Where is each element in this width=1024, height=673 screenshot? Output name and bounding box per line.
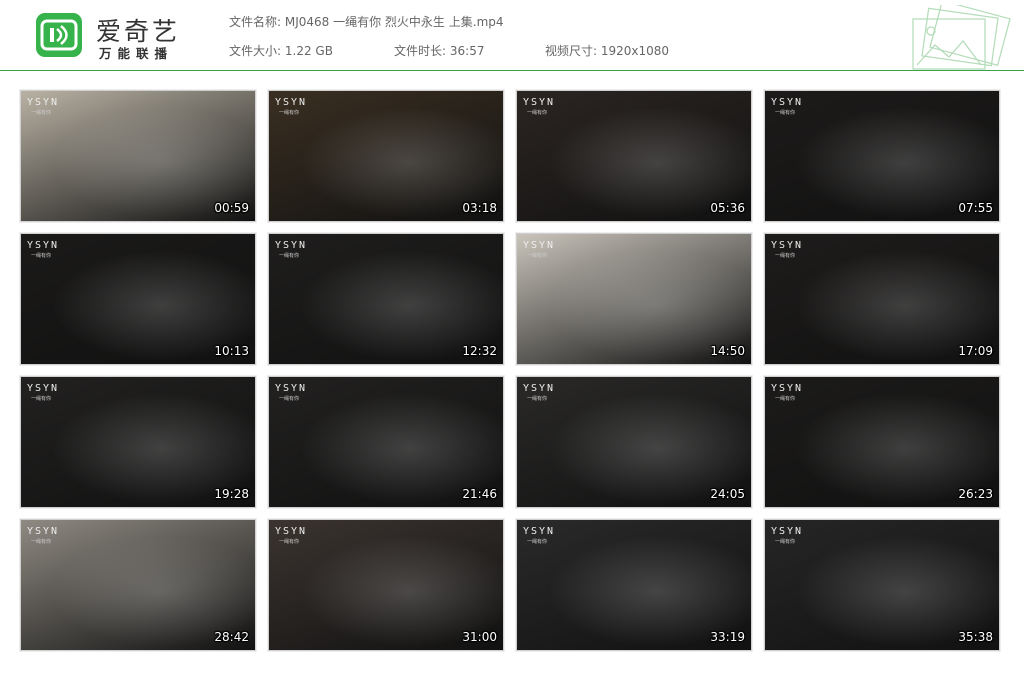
watermark-sub: 一绳有你 <box>31 110 52 116</box>
watermark-logo: YSYN <box>27 526 60 537</box>
watermark-sub: 一绳有你 <box>527 253 548 259</box>
thumbnail-timestamp: 05:36 <box>710 201 745 215</box>
watermark-logo: YSYN <box>275 383 308 394</box>
thumbnail-grid: YSYN 一绳有你 00:59 YSYN 一绳有你 03:18 YSYN 一绳有你 05:36 Y… <box>20 90 1004 655</box>
watermark-logo: YSYN <box>523 526 556 537</box>
thumbnail-timestamp: 17:09 <box>958 344 993 358</box>
watermark-logo: YSYN <box>275 526 308 537</box>
watermark-logo: YSYN <box>27 383 60 394</box>
video-thumbnail[interactable]: YSYN 一绳有你 24:05 <box>516 376 752 508</box>
watermark-logo: YSYN <box>275 97 308 108</box>
watermark-sub: 一绳有你 <box>775 253 796 259</box>
watermark-sub: 一绳有你 <box>31 539 52 545</box>
video-thumbnail[interactable]: YSYN 一绳有你 17:09 <box>764 233 1000 365</box>
watermark-logo: YSYN <box>523 97 556 108</box>
watermark-sub: 一绳有你 <box>31 253 52 259</box>
video-thumbnail[interactable]: YSYN 一绳有你 07:55 <box>764 90 1000 222</box>
file-duration-value: 36:57 <box>449 44 485 58</box>
file-resolution-label: 视频尺寸: <box>545 44 598 58</box>
video-thumbnail[interactable]: YSYN 一绳有你 33:19 <box>516 519 752 651</box>
thumbnail-timestamp: 28:42 <box>214 630 249 644</box>
watermark-logo: YSYN <box>771 240 804 251</box>
video-thumbnail[interactable]: YSYN 一绳有你 03:18 <box>268 90 504 222</box>
thumbnail-timestamp: 00:59 <box>214 201 249 215</box>
video-thumbnail[interactable]: YSYN 一绳有你 14:50 <box>516 233 752 365</box>
watermark-logo: YSYN <box>523 383 556 394</box>
thumbnail-timestamp: 21:46 <box>462 487 497 501</box>
file-name-value: MJ0468 一绳有你 烈火中永生 上集.mp4 <box>284 15 504 29</box>
video-thumbnail[interactable]: YSYN 一绳有你 12:32 <box>268 233 504 365</box>
file-size-row: 文件大小: 1.22 GB <box>229 42 333 59</box>
watermark-sub: 一绳有你 <box>31 396 52 402</box>
file-size-label: 文件大小: <box>229 44 282 58</box>
header-divider <box>0 70 1024 71</box>
video-thumbnail[interactable]: YSYN 一绳有你 31:00 <box>268 519 504 651</box>
picture-frames-icon <box>912 5 1011 70</box>
iqiyi-logo-icon <box>36 13 82 57</box>
thumbnail-timestamp: 03:18 <box>462 201 497 215</box>
thumbnail-timestamp: 14:50 <box>710 344 745 358</box>
file-resolution-row: 视频尺寸: 1920x1080 <box>545 42 669 59</box>
thumbnail-timestamp: 19:28 <box>214 487 249 501</box>
watermark-sub: 一绳有你 <box>279 539 300 545</box>
watermark-sub: 一绳有你 <box>775 110 796 116</box>
file-duration-label: 文件时长: <box>394 44 447 58</box>
header: 爱奇艺 万能联播 文件名称: MJ0468 一绳有你 烈火中永生 上集.mp4 … <box>0 0 1024 72</box>
watermark-sub: 一绳有你 <box>775 539 796 545</box>
video-thumbnail[interactable]: YSYN 一绳有你 05:36 <box>516 90 752 222</box>
file-duration-row: 文件时长: 36:57 <box>394 42 484 59</box>
watermark-logo: YSYN <box>27 240 60 251</box>
video-thumbnail[interactable]: YSYN 一绳有你 28:42 <box>20 519 256 651</box>
video-thumbnail[interactable]: YSYN 一绳有你 21:46 <box>268 376 504 508</box>
video-thumbnail[interactable]: YSYN 一绳有你 00:59 <box>20 90 256 222</box>
watermark-logo: YSYN <box>523 240 556 251</box>
brand-tagline: 万能联播 <box>99 46 174 61</box>
watermark-logo: YSYN <box>27 97 60 108</box>
video-thumbnail[interactable]: YSYN 一绳有你 35:38 <box>764 519 1000 651</box>
file-name-label: 文件名称: <box>229 15 282 29</box>
watermark-sub: 一绳有你 <box>527 396 548 402</box>
watermark-logo: YSYN <box>771 383 804 394</box>
thumbnail-timestamp: 31:00 <box>462 630 497 644</box>
thumbnail-timestamp: 26:23 <box>958 487 993 501</box>
watermark-sub: 一绳有你 <box>279 396 300 402</box>
video-thumbnail[interactable]: YSYN 一绳有你 10:13 <box>20 233 256 365</box>
watermark-sub: 一绳有你 <box>279 253 300 259</box>
file-resolution-value: 1920x1080 <box>600 44 670 58</box>
file-size-value: 1.22 GB <box>284 44 333 58</box>
thumbnail-timestamp: 10:13 <box>214 344 249 358</box>
watermark-logo: YSYN <box>771 97 804 108</box>
video-thumbnail[interactable]: YSYN 一绳有你 26:23 <box>764 376 1000 508</box>
watermark-logo: YSYN <box>771 526 804 537</box>
thumbnail-timestamp: 35:38 <box>958 630 993 644</box>
thumbnail-timestamp: 33:19 <box>710 630 745 644</box>
file-name-row: 文件名称: MJ0468 一绳有你 烈火中永生 上集.mp4 <box>229 13 504 30</box>
watermark-logo: YSYN <box>275 240 308 251</box>
watermark-sub: 一绳有你 <box>527 110 548 116</box>
thumbnail-timestamp: 24:05 <box>710 487 745 501</box>
watermark-sub: 一绳有你 <box>279 110 300 116</box>
thumbnail-timestamp: 12:32 <box>462 344 497 358</box>
thumbnail-timestamp: 07:55 <box>958 201 993 215</box>
watermark-sub: 一绳有你 <box>527 539 548 545</box>
watermark-sub: 一绳有你 <box>775 396 796 402</box>
video-thumbnail[interactable]: YSYN 一绳有你 19:28 <box>20 376 256 508</box>
